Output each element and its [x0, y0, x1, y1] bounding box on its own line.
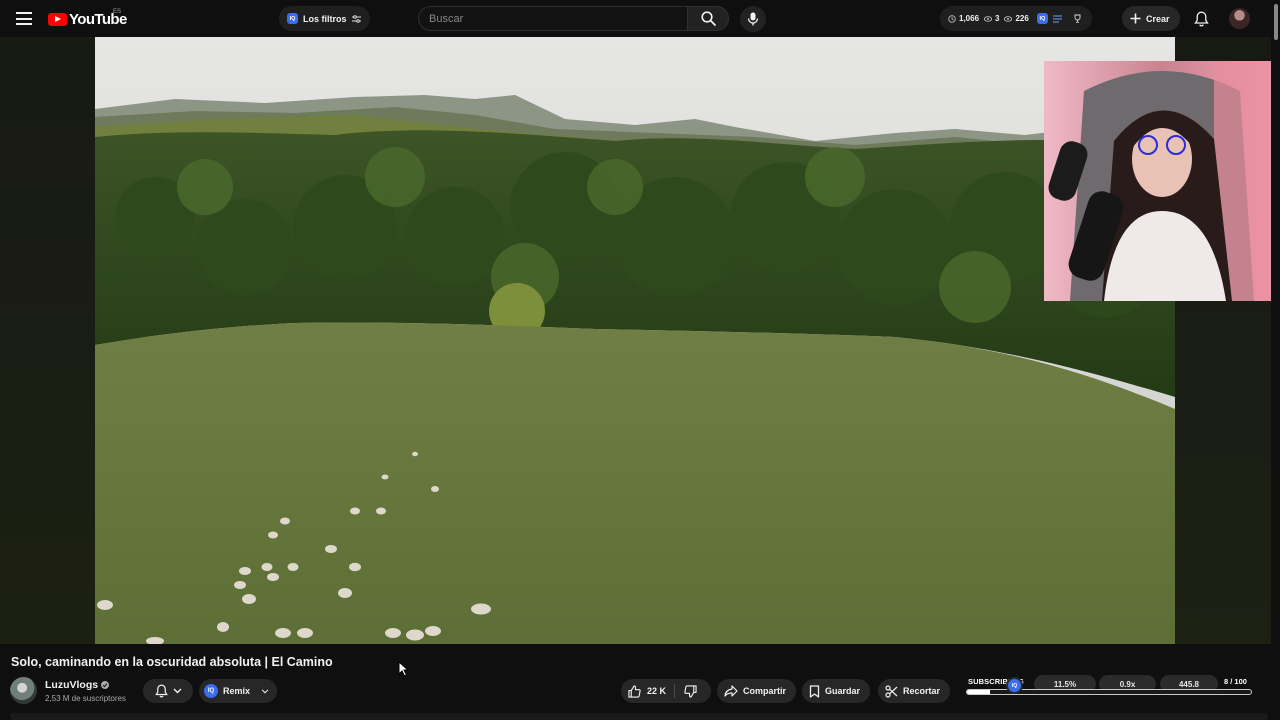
subscription-notifications-button[interactable]	[143, 679, 193, 703]
eye-icon	[1004, 15, 1013, 22]
search-button[interactable]	[687, 6, 729, 31]
scissors-icon	[885, 684, 898, 698]
extension-badge-icon: IQ	[1036, 13, 1048, 24]
like-count: 22 K	[647, 686, 667, 696]
country-code: ES	[113, 9, 122, 15]
youtube-play-icon	[48, 12, 67, 26]
remix-button[interactable]: IQ Remix	[199, 679, 278, 703]
chevron-down-icon	[173, 688, 181, 694]
page-scrollbar[interactable]	[1271, 0, 1280, 720]
mouse-cursor-icon	[398, 661, 410, 677]
plus-icon	[1130, 13, 1141, 24]
save-label: Guardar	[825, 686, 861, 696]
extension-stats[interactable]: 1,066 3 226 IQ	[940, 6, 1092, 31]
like-button[interactable]: 22 K	[621, 679, 674, 703]
video-title: Solo, caminando en la oscuridad absoluta…	[11, 655, 333, 669]
menu-icon[interactable]	[16, 12, 32, 25]
bell-icon	[1193, 11, 1209, 27]
scrollbar-thumb[interactable]	[1274, 4, 1278, 40]
webcam-overlay	[1044, 61, 1280, 301]
clip-button[interactable]: Recortar	[878, 679, 951, 703]
remix-label: Remix	[223, 686, 251, 696]
filters-button[interactable]: IQ Los filtros	[279, 6, 370, 31]
channel-name-link[interactable]: LuzuVlogs	[45, 679, 110, 691]
thumbs-down-icon	[684, 684, 697, 698]
share-label: Compartir	[743, 686, 787, 696]
channel-avatar[interactable]	[10, 677, 37, 704]
content-divider	[10, 713, 1268, 720]
voice-search-button[interactable]	[740, 6, 766, 32]
dislike-button[interactable]	[675, 679, 706, 703]
create-label: Crear	[1146, 13, 1170, 24]
create-button[interactable]: Crear	[1122, 6, 1180, 31]
subscriber-goal-widget: SUBSCRIBERS 11.5% 0.9x 445.8 8 / 100 IQ	[962, 672, 1258, 702]
stat-views: 1,066	[948, 14, 979, 23]
masthead: YouTube ES IQ Los filtros 1,066	[0, 0, 1280, 37]
list-icon[interactable]	[1052, 14, 1062, 23]
save-button[interactable]: Guardar	[802, 679, 871, 703]
player-ambient-left	[0, 37, 95, 644]
video-player[interactable]	[95, 37, 1175, 644]
goal-progress-knob-icon: IQ	[1006, 677, 1023, 694]
remix-icon: IQ	[204, 684, 218, 698]
verified-badge-icon	[101, 681, 110, 689]
search-input[interactable]	[419, 7, 688, 30]
search-icon	[700, 11, 716, 26]
search-field	[418, 6, 688, 31]
extension-badge-icon: IQ	[287, 13, 298, 24]
stat-watching: 3	[984, 14, 999, 23]
goal-progress-fill	[967, 690, 990, 694]
share-icon	[724, 685, 738, 697]
channel-name: LuzuVlogs	[45, 679, 99, 691]
account-avatar[interactable]	[1229, 8, 1250, 29]
subscriber-count: 2,53 M de suscriptores	[45, 694, 126, 703]
goal-progress-count: 8 / 100	[1224, 677, 1247, 686]
clock-icon	[948, 14, 956, 23]
mic-icon	[747, 12, 759, 26]
bookmark-icon	[809, 684, 820, 698]
like-dislike-group: 22 K	[621, 679, 711, 703]
chevron-down-icon	[261, 688, 269, 693]
sliders-icon	[351, 14, 361, 23]
eye-icon	[984, 15, 993, 22]
share-button[interactable]: Compartir	[717, 679, 797, 703]
video-frame-landscape	[95, 37, 1175, 644]
trophy-icon[interactable]	[1073, 14, 1082, 23]
clip-label: Recortar	[903, 686, 941, 696]
streamer-webcam-image	[1044, 61, 1280, 301]
notifications-button[interactable]	[1190, 8, 1212, 30]
thumbs-up-icon	[628, 684, 641, 698]
stat-viewers: 226	[1004, 14, 1029, 23]
goal-current: 8	[1224, 677, 1229, 686]
filters-label: Los filtros	[303, 13, 347, 24]
bell-icon	[154, 684, 168, 698]
goal-target: / 100	[1230, 677, 1247, 686]
